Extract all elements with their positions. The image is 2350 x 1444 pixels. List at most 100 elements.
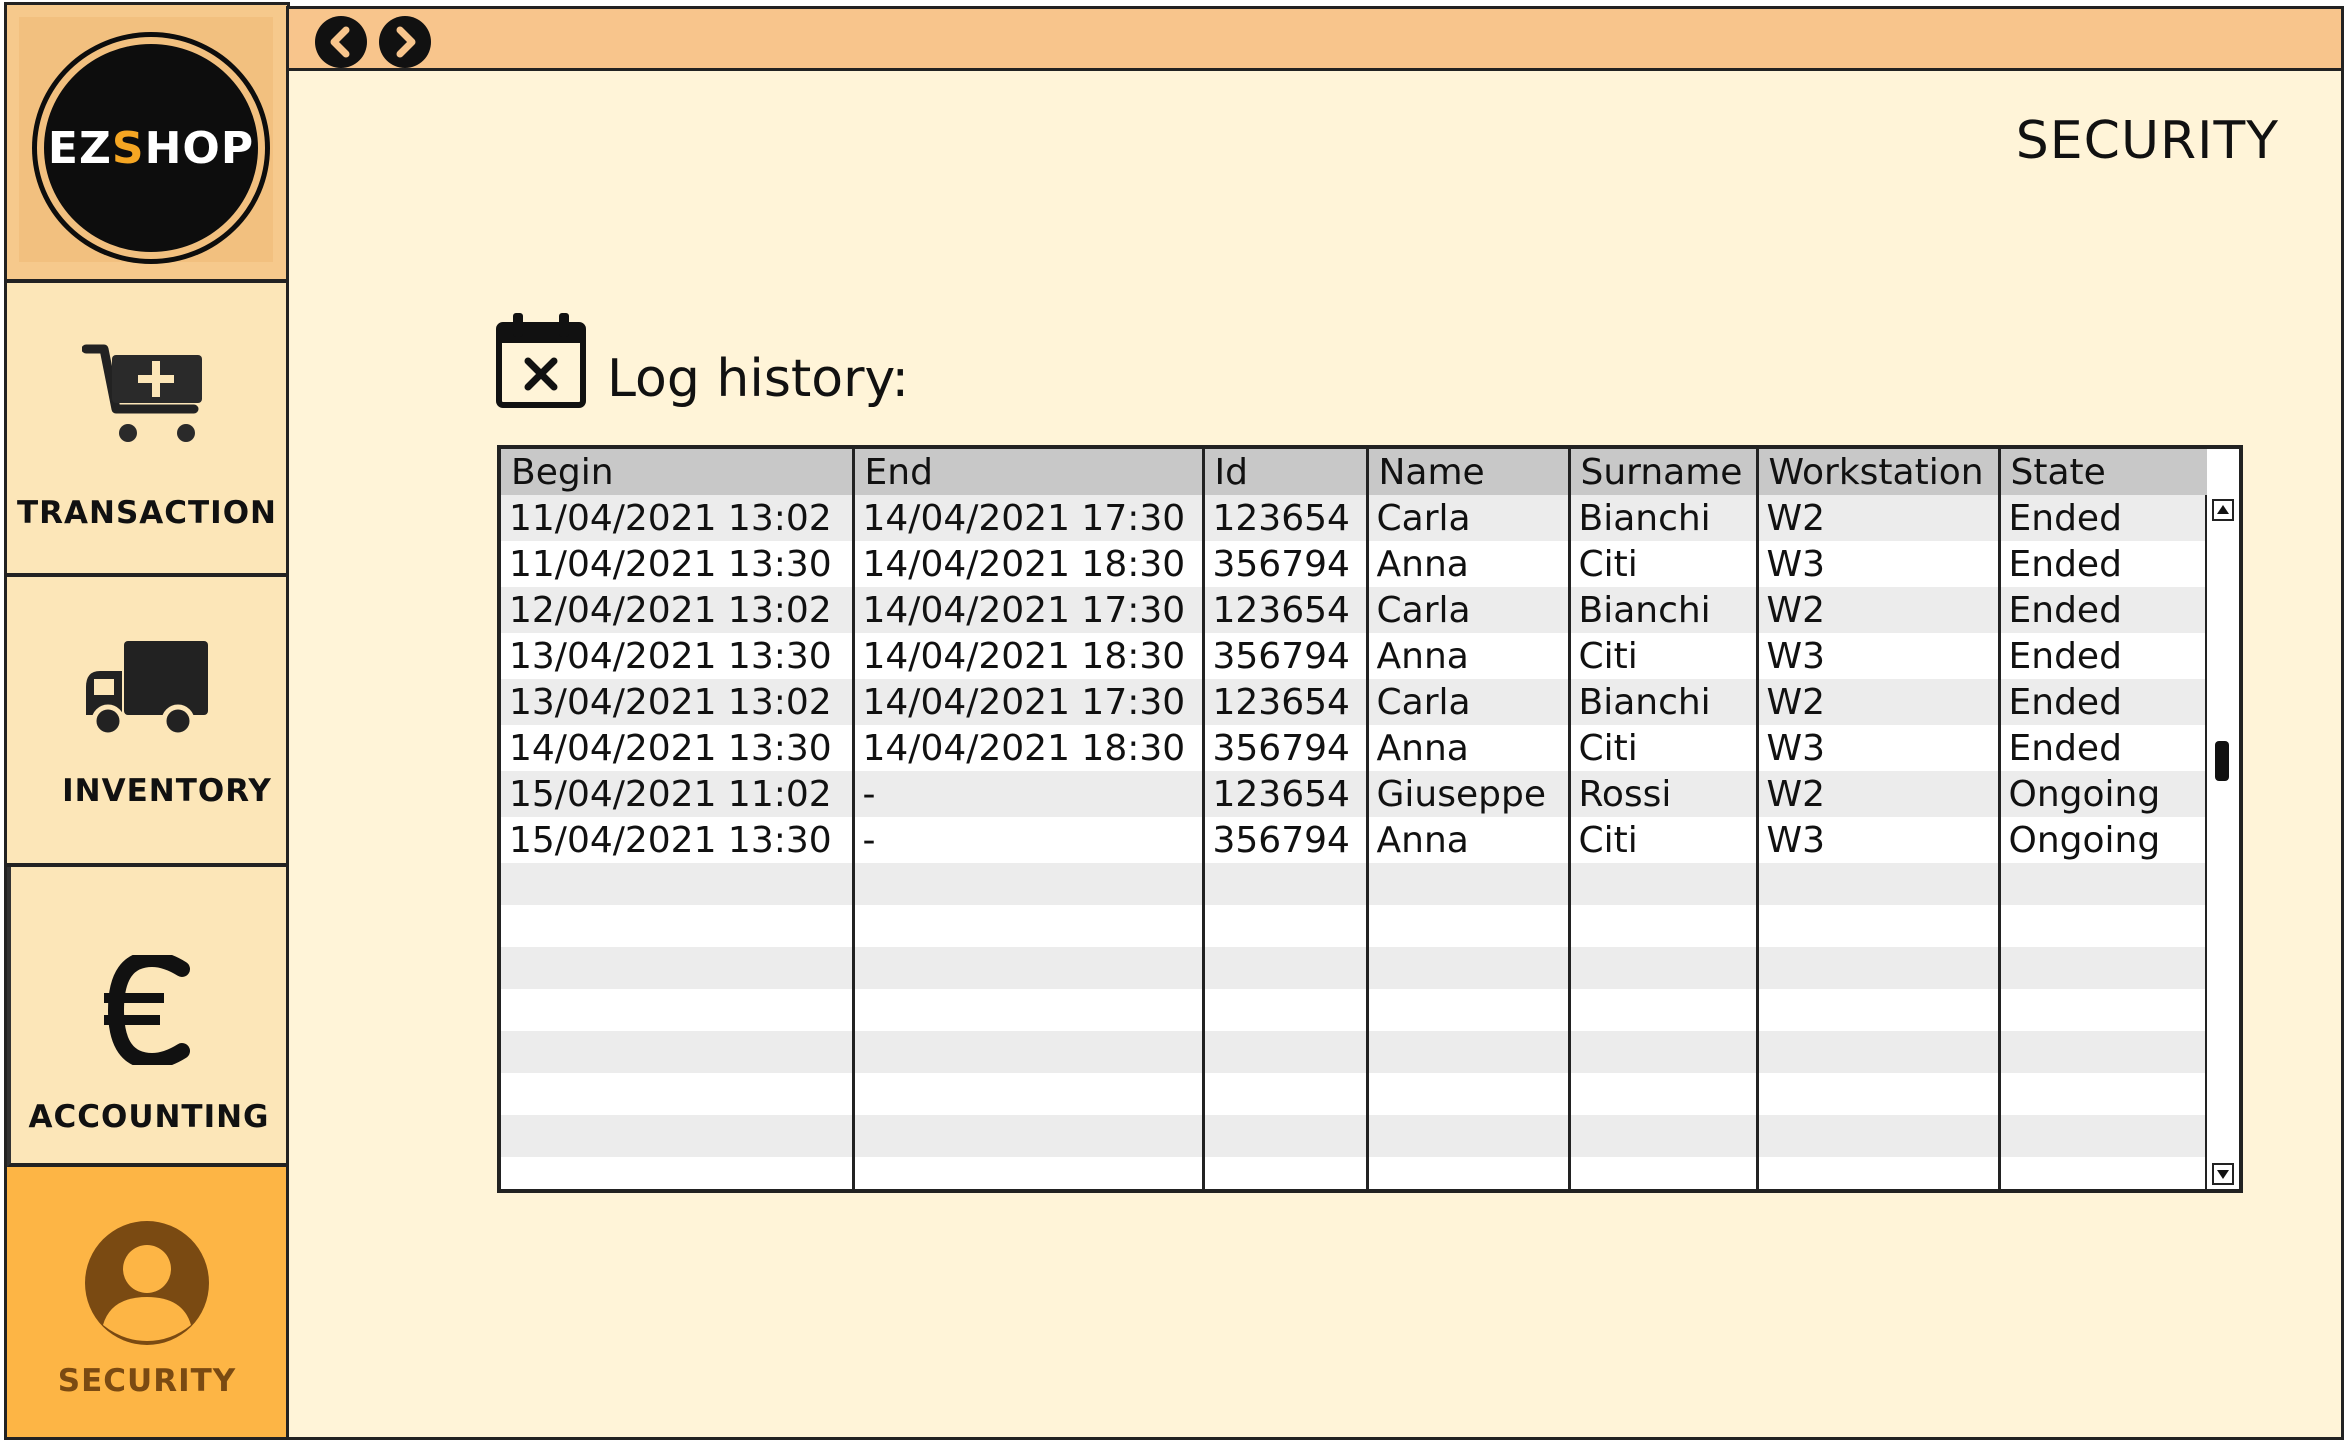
cell-name: Anna (1367, 817, 1571, 863)
table-row[interactable]: 15/04/2021 13:30 - 356794 Anna Citi W3 O… (501, 817, 2207, 863)
column-header-workstation[interactable]: Workstation (1757, 449, 2001, 495)
column-header-surname[interactable]: Surname (1569, 449, 1759, 495)
column-header-name[interactable]: Name (1367, 449, 1571, 495)
cell-surname: Citi (1569, 817, 1759, 863)
cell-surname: Citi (1569, 633, 1759, 679)
euro-icon (104, 950, 194, 1070)
column-header-id[interactable]: Id (1203, 449, 1369, 495)
cell-begin: 11/04/2021 13:30 (501, 541, 855, 587)
sidebar-item-inventory[interactable]: INVENTORY (7, 577, 287, 867)
logo-text: EZSHOP (47, 122, 255, 174)
table-row[interactable]: 13/04/2021 13:30 14/04/2021 18:30 356794… (501, 633, 2207, 679)
cell-end: 14/04/2021 17:30 (853, 495, 1205, 541)
cell-state: Ongoing (1999, 771, 2207, 817)
column-header-state[interactable]: State (1999, 449, 2207, 495)
cell-id: 123654 (1203, 771, 1369, 817)
table-row[interactable]: 14/04/2021 13:30 14/04/2021 18:30 356794… (501, 725, 2207, 771)
cell-surname: Bianchi (1569, 587, 1759, 633)
cell-surname: Citi (1569, 725, 1759, 771)
cell-name: Carla (1367, 587, 1571, 633)
cell-end: 14/04/2021 18:30 (853, 633, 1205, 679)
cell-surname: Bianchi (1569, 679, 1759, 725)
sidebar-item-label: TRANSACTION (17, 495, 277, 531)
table-row[interactable]: 11/04/2021 13:02 14/04/2021 17:30 123654… (501, 495, 2207, 541)
cell-id: 356794 (1203, 633, 1369, 679)
cell-end: 14/04/2021 17:30 (853, 679, 1205, 725)
cell-workstation: W2 (1757, 495, 2001, 541)
cell-begin: 12/04/2021 13:02 (501, 587, 855, 633)
cell-workstation: W3 (1757, 817, 2001, 863)
cell-surname: Rossi (1569, 771, 1759, 817)
cell-end: - (853, 771, 1205, 817)
user-icon (81, 1217, 213, 1353)
page-title: SECURITY (2015, 111, 2279, 171)
cell-state: Ended (1999, 587, 2207, 633)
sidebar: EZSHOP TRANSACTION INVENTORY ACCOUNTING … (4, 2, 290, 1440)
cell-surname: Citi (1569, 541, 1759, 587)
cell-id: 123654 (1203, 587, 1369, 633)
cell-state: Ended (1999, 495, 2207, 541)
empty-row (501, 863, 2207, 905)
empty-row (501, 1031, 2207, 1073)
log-table: Begin End Id Name Surname Workstation St… (501, 449, 2207, 1189)
cell-state: Ongoing (1999, 817, 2207, 863)
forward-button[interactable] (379, 16, 431, 68)
back-button[interactable] (315, 16, 367, 68)
table-row[interactable]: 13/04/2021 13:02 14/04/2021 17:30 123654… (501, 679, 2207, 725)
cell-workstation: W3 (1757, 541, 2001, 587)
cell-name: Giuseppe (1367, 771, 1571, 817)
main-window: SECURITY Log history: Begin End Id Name … (286, 6, 2344, 1440)
empty-row (501, 1157, 2207, 1189)
scrollbar-thumb[interactable] (2215, 741, 2229, 781)
cell-workstation: W2 (1757, 679, 2001, 725)
cell-begin: 13/04/2021 13:02 (501, 679, 855, 725)
cell-id: 123654 (1203, 679, 1369, 725)
cell-name: Carla (1367, 495, 1571, 541)
chevron-right-icon (396, 26, 416, 58)
cell-begin: 11/04/2021 13:02 (501, 495, 855, 541)
empty-row (501, 1073, 2207, 1115)
triangle-up-icon (2217, 505, 2229, 514)
app-root: EZSHOP TRANSACTION INVENTORY ACCOUNTING … (0, 0, 2350, 1444)
sidebar-item-security[interactable]: SECURITY (7, 1167, 287, 1437)
cell-begin: 15/04/2021 13:30 (501, 817, 855, 863)
calendar-x-icon (495, 309, 587, 413)
table-row[interactable]: 11/04/2021 13:30 14/04/2021 18:30 356794… (501, 541, 2207, 587)
sidebar-item-accounting[interactable]: ACCOUNTING (7, 867, 287, 1167)
cell-end: - (853, 817, 1205, 863)
cell-begin: 15/04/2021 11:02 (501, 771, 855, 817)
table-row[interactable]: 12/04/2021 13:02 14/04/2021 17:30 123654… (501, 587, 2207, 633)
empty-row (501, 1115, 2207, 1157)
log-history-table: Begin End Id Name Surname Workstation St… (497, 445, 2243, 1193)
cell-workstation: W3 (1757, 633, 2001, 679)
vertical-scrollbar[interactable] (2205, 495, 2239, 1189)
chevron-left-icon (330, 26, 350, 58)
cell-id: 123654 (1203, 495, 1369, 541)
section-title: Log history: (607, 349, 909, 409)
logo[interactable]: EZSHOP (37, 37, 265, 259)
cell-end: 14/04/2021 18:30 (853, 541, 1205, 587)
cell-name: Anna (1367, 541, 1571, 587)
cell-id: 356794 (1203, 541, 1369, 587)
empty-row (501, 905, 2207, 947)
cell-workstation: W3 (1757, 725, 2001, 771)
scroll-up-button[interactable] (2212, 499, 2234, 521)
logo-tile: EZSHOP (7, 5, 287, 283)
table-row[interactable]: 15/04/2021 11:02 - 123654 Giuseppe Rossi… (501, 771, 2207, 817)
column-header-end[interactable]: End (853, 449, 1205, 495)
truck-icon (82, 635, 212, 745)
cell-state: Ended (1999, 679, 2207, 725)
cell-begin: 13/04/2021 13:30 (501, 633, 855, 679)
cart-plus-icon (81, 337, 212, 451)
cell-workstation: W2 (1757, 587, 2001, 633)
sidebar-item-transaction[interactable]: TRANSACTION (7, 285, 287, 577)
cell-state: Ended (1999, 633, 2207, 679)
table-header-row: Begin End Id Name Surname Workstation St… (501, 449, 2207, 495)
cell-surname: Bianchi (1569, 495, 1759, 541)
scroll-down-button[interactable] (2212, 1163, 2234, 1185)
cell-state: Ended (1999, 725, 2207, 771)
cell-begin: 14/04/2021 13:30 (501, 725, 855, 771)
title-bar (289, 9, 2341, 71)
cell-name: Anna (1367, 725, 1571, 771)
column-header-begin[interactable]: Begin (501, 449, 855, 495)
